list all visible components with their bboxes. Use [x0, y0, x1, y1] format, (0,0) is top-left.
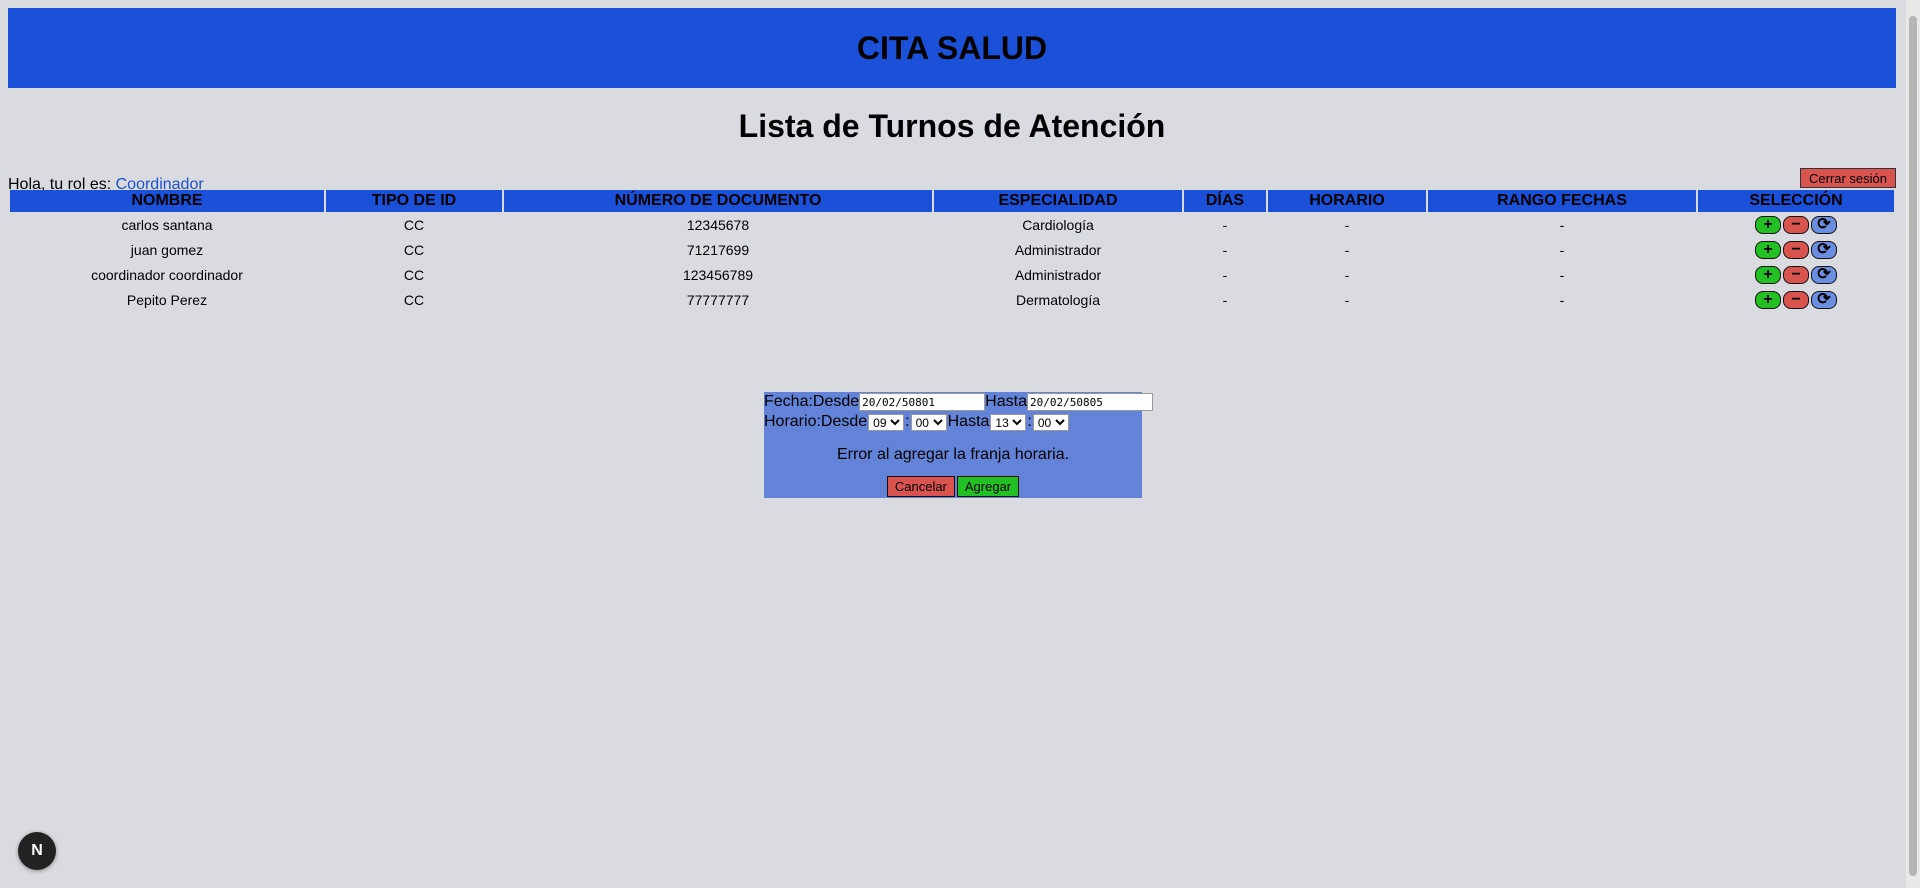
minuto-desde-select[interactable]: 00 — [910, 413, 947, 431]
cell-documento: 71217699 — [686, 241, 750, 258]
table-row: Pepito Perez CC 77777777 Dermatología - … — [10, 287, 1894, 312]
cancel-button[interactable]: Cancelar — [886, 476, 955, 497]
vertical-scrollbar[interactable] — [1906, 0, 1920, 888]
horario-desde-label: Desde — [820, 413, 868, 430]
fecha-hasta-label: Hasta — [985, 393, 1027, 410]
cell-nombre: Pepito Perez — [126, 291, 208, 308]
remove-icon[interactable]: − — [1783, 265, 1809, 284]
nextjs-badge-icon[interactable]: N — [18, 832, 56, 870]
agregar-button[interactable]: Agregar — [956, 476, 1020, 497]
fecha-hasta-input[interactable] — [1026, 393, 1153, 411]
cell-rango: - — [1559, 216, 1565, 233]
cell-especialidad: Administrador — [1014, 241, 1102, 258]
fecha-desde-input[interactable] — [859, 393, 986, 411]
horario-row: Horario: Desde 09 : 00 Hasta 13 : 00 — [764, 412, 1142, 432]
remove-icon[interactable]: − — [1783, 240, 1809, 259]
minuto-hasta-select[interactable]: 00 — [1032, 413, 1069, 431]
turnos-table: NOMBRE TIPO DE ID NÚMERO DE DOCUMENTO ES… — [8, 190, 1896, 312]
cell-seleccion: + − ⟳ — [1698, 287, 1894, 312]
cell-dias: - — [1222, 241, 1228, 258]
page: CITA SALUD Lista de Turnos de Atención H… — [8, 8, 1896, 888]
cell-nombre: juan gomez — [130, 241, 204, 258]
column-header-rango: RANGO FECHAS — [1428, 190, 1696, 212]
time-separator: : — [905, 413, 910, 430]
horario-hasta-label: Hasta — [947, 413, 990, 430]
remove-icon[interactable]: − — [1783, 215, 1809, 234]
column-header-tipo-id: TIPO DE ID — [326, 190, 502, 212]
cell-nombre: coordinador coordinador — [91, 266, 243, 283]
cell-tipo-id: CC — [403, 216, 425, 233]
column-header-seleccion: SELECCIÓN — [1698, 190, 1894, 212]
hora-hasta-select[interactable]: 13 — [990, 413, 1027, 431]
cell-seleccion: + − ⟳ — [1698, 237, 1894, 262]
table-row: carlos santana CC 12345678 Cardiología -… — [10, 212, 1894, 237]
fecha-row: Fecha: Desde Hasta — [764, 392, 1153, 412]
fecha-label: Fecha: — [764, 393, 813, 410]
cell-horario: - — [1344, 291, 1350, 308]
refresh-icon[interactable]: ⟳ — [1811, 240, 1837, 259]
time-separator: : — [1027, 413, 1032, 430]
refresh-icon[interactable]: ⟳ — [1811, 290, 1837, 309]
cell-documento: 12345678 — [686, 216, 750, 233]
cell-rango: - — [1559, 266, 1565, 283]
cell-tipo-id: CC — [403, 241, 425, 258]
add-icon[interactable]: + — [1755, 240, 1781, 259]
add-icon[interactable]: + — [1755, 215, 1781, 234]
cell-tipo-id: CC — [403, 291, 425, 308]
horario-label: Horario: — [764, 413, 821, 430]
column-header-nombre: NOMBRE — [10, 190, 324, 212]
remove-icon[interactable]: − — [1783, 290, 1809, 309]
column-header-especialidad: ESPECIALIDAD — [934, 190, 1182, 212]
cell-dias: - — [1222, 291, 1228, 308]
refresh-icon[interactable]: ⟳ — [1811, 265, 1837, 284]
cell-seleccion: + − ⟳ — [1698, 212, 1894, 237]
add-icon[interactable]: + — [1755, 265, 1781, 284]
app-title: CITA SALUD — [856, 29, 1048, 66]
cell-dias: - — [1222, 266, 1228, 283]
refresh-icon[interactable]: ⟳ — [1811, 215, 1837, 234]
column-header-dias: DÍAS — [1184, 190, 1266, 212]
cell-rango: - — [1559, 291, 1565, 308]
page-title: Lista de Turnos de Atención — [738, 108, 1166, 144]
cell-documento: 77777777 — [686, 291, 750, 308]
cell-tipo-id: CC — [403, 266, 425, 283]
table-row: juan gomez CC 71217699 Administrador - -… — [10, 237, 1894, 262]
logout-button[interactable]: Cerrar sesión — [1799, 168, 1896, 188]
app-header: CITA SALUD — [8, 8, 1896, 88]
cell-horario: - — [1344, 216, 1350, 233]
franja-horaria-dialog: Fecha: Desde Hasta Horario: Desde 09 : 0… — [764, 392, 1153, 498]
hora-desde-select[interactable]: 09 — [868, 413, 905, 431]
cell-rango: - — [1559, 241, 1565, 258]
dialog-buttons: Cancelar Agregar — [764, 476, 1142, 497]
cell-dias: - — [1222, 216, 1228, 233]
cell-seleccion: + − ⟳ — [1698, 262, 1894, 287]
cell-especialidad: Cardiología — [1022, 216, 1094, 233]
cell-especialidad: Administrador — [1014, 266, 1102, 283]
table-row: coordinador coordinador CC 123456789 Adm… — [10, 262, 1894, 287]
table-header-row: NOMBRE TIPO DE ID NÚMERO DE DOCUMENTO ES… — [10, 190, 1894, 212]
cell-especialidad: Dermatología — [1015, 291, 1101, 308]
column-header-horario: HORARIO — [1268, 190, 1426, 212]
column-header-documento: NÚMERO DE DOCUMENTO — [504, 190, 932, 212]
fecha-desde-label: Desde — [812, 393, 860, 410]
scrollbar-thumb[interactable] — [1909, 16, 1917, 876]
cell-documento: 123456789 — [682, 266, 754, 283]
error-message: Error al agregar la franja horaria. — [836, 446, 1070, 463]
add-icon[interactable]: + — [1755, 290, 1781, 309]
cell-horario: - — [1344, 266, 1350, 283]
cell-nombre: carlos santana — [121, 216, 213, 233]
cell-horario: - — [1344, 241, 1350, 258]
